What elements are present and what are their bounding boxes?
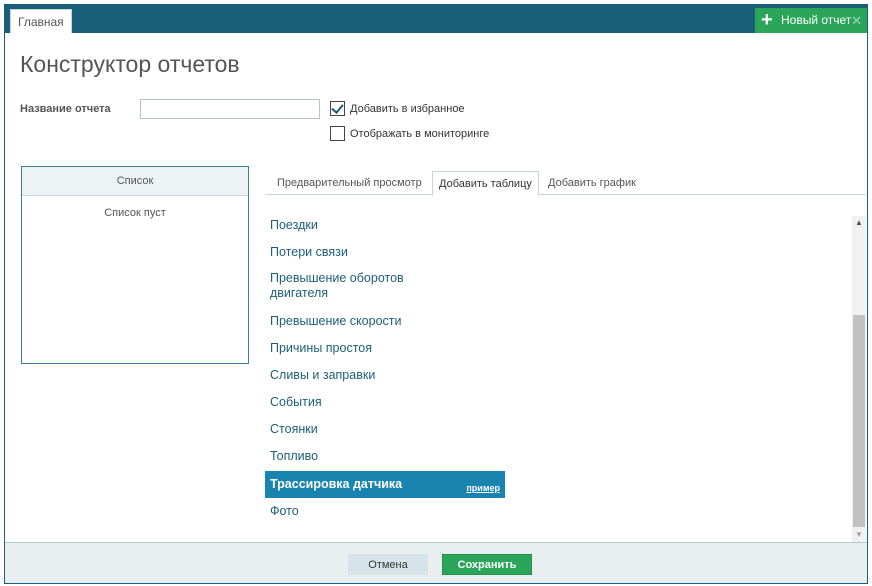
cancel-button[interactable]: Отмена (348, 554, 428, 575)
tab-home[interactable]: Главная (10, 9, 72, 33)
tab-bar: Предварительный просмотр Добавить таблиц… (265, 171, 866, 196)
favorites-label: Добавить в избранное (350, 103, 465, 115)
example-link[interactable]: пример (466, 475, 500, 502)
favorites-checkbox[interactable] (330, 101, 345, 116)
list-item-trips[interactable]: Поездки (265, 213, 505, 240)
list-item-engine-overrev[interactable]: Превышение оборотов двигателя (265, 267, 425, 309)
list-item-fuel-drains[interactable]: Сливы и заправки (265, 363, 505, 390)
vertical-scrollbar[interactable]: ▲ ▼ (852, 216, 866, 542)
plus-icon: + (761, 9, 773, 31)
list-item-parking[interactable]: Стоянки (265, 417, 505, 444)
list-item-idle-reasons[interactable]: Причины простоя (265, 336, 505, 363)
new-report-label: Новый отчет (781, 13, 852, 27)
report-type-list: Поездки Потери связи Превышение оборотов… (265, 213, 505, 525)
tab-add-table[interactable]: Добавить таблицу (432, 171, 539, 196)
report-name-input[interactable] (140, 99, 320, 119)
scroll-down-arrow-icon[interactable]: ▼ (852, 528, 866, 542)
list-item-speeding[interactable]: Превышение скорости (265, 309, 505, 336)
report-builder-window: Главная + Новый отчет ✕ Конструктор отче… (4, 4, 868, 584)
report-name-label: Название отчета (20, 103, 111, 115)
top-bar: Главная + Новый отчет ✕ (5, 5, 867, 33)
save-button[interactable]: Сохранить (442, 554, 532, 575)
list-header: Список (22, 167, 248, 196)
list-item-connection-loss[interactable]: Потери связи (265, 240, 505, 267)
list-item-sensor-trace[interactable]: Трассировка датчика пример (265, 471, 505, 498)
scroll-thumb[interactable] (853, 315, 865, 527)
dialog-footer: Отмена Сохранить (5, 542, 867, 583)
selected-tables-list[interactable]: Список Список пуст (21, 166, 249, 364)
scroll-up-arrow-icon[interactable]: ▲ (852, 216, 866, 230)
list-empty-text: Список пуст (104, 207, 166, 219)
monitoring-checkbox[interactable] (330, 126, 345, 141)
close-icon[interactable]: ✕ (851, 8, 862, 33)
list-item-photo[interactable]: Фото (265, 498, 505, 525)
tab-preview[interactable]: Предварительный просмотр (271, 171, 428, 195)
list-item-events[interactable]: События (265, 390, 505, 417)
monitoring-label: Отображать в мониторинге (350, 128, 490, 140)
list-item-fuel[interactable]: Топливо (265, 444, 505, 471)
page-title: Конструктор отчетов (20, 51, 240, 77)
sensor-trace-label: Трассировка датчика (270, 477, 403, 491)
new-report-tab[interactable]: + Новый отчет ✕ (755, 8, 867, 33)
tab-add-chart[interactable]: Добавить график (542, 171, 642, 195)
